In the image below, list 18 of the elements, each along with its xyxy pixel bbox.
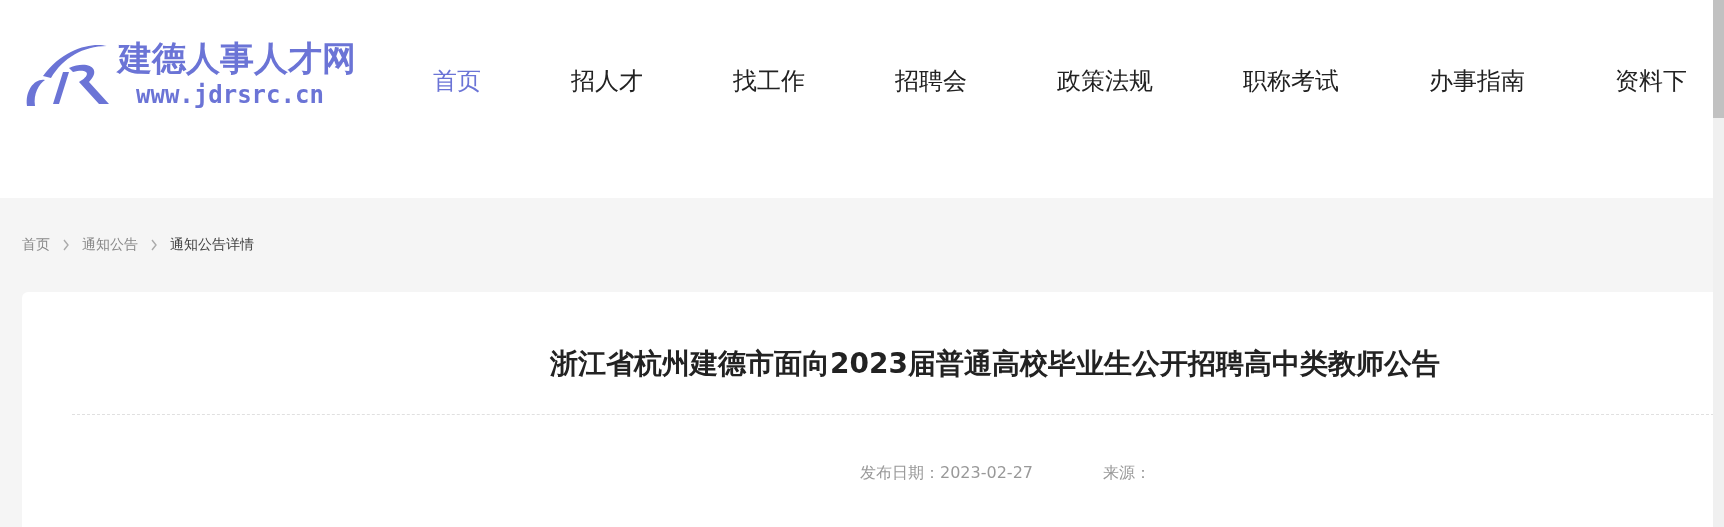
- nav-link[interactable]: 首页: [433, 66, 481, 96]
- breadcrumb-link[interactable]: 通知公告详情: [170, 236, 254, 254]
- source-label: 来源：: [1103, 463, 1151, 484]
- publish-date: 发布日期：2023-02-27: [860, 463, 1033, 484]
- nav-link[interactable]: 办事指南: [1429, 66, 1525, 96]
- chevron-icon: [62, 239, 70, 251]
- chevron-icon: [150, 239, 158, 251]
- article-title: 浙江省杭州建德市面向2023届普通高校毕业生公开招聘高中类教师公告: [549, 346, 1441, 382]
- nav-link[interactable]: 招聘会: [895, 66, 967, 96]
- nav-link[interactable]: 招人才: [571, 66, 643, 96]
- nav-link[interactable]: 资料下: [1615, 66, 1687, 96]
- scrollbar-thumb[interactable]: [1713, 0, 1724, 118]
- nav-link[interactable]: 找工作: [733, 66, 805, 96]
- scrollbar[interactable]: [1713, 0, 1724, 527]
- nav-link[interactable]: 职称考试: [1243, 66, 1339, 96]
- logo-title: 建德人事人才网: [118, 37, 356, 80]
- logo-url: www.jdrsrc.cn: [136, 80, 325, 110]
- nav-link[interactable]: 政策法规: [1057, 66, 1153, 96]
